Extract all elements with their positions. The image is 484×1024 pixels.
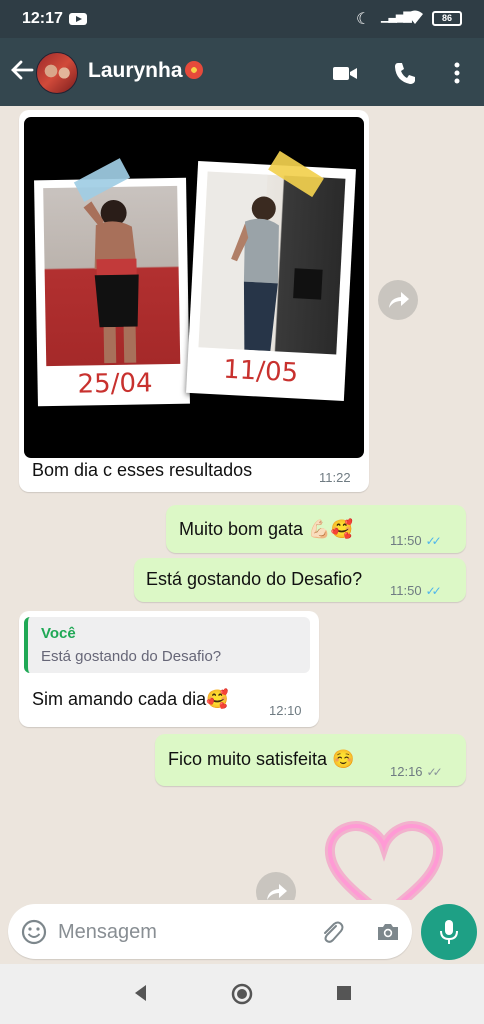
outgoing-message[interactable]: Fico muito satisfeita ☺️ 12:16 ✓✓ [155, 734, 466, 786]
before-polaroid: 25/04 [34, 177, 190, 407]
nav-recents-icon[interactable] [334, 982, 354, 1009]
video-call-icon[interactable] [330, 58, 360, 88]
after-polaroid: 11/05 [186, 161, 356, 401]
message-composer [0, 900, 484, 964]
camera-icon[interactable] [374, 918, 402, 951]
message-time: 12:16 [390, 764, 423, 779]
read-ticks-icon: ✓✓ [425, 584, 442, 598]
progress-photo[interactable]: 25/04 11/05 [24, 117, 364, 458]
mic-button[interactable] [421, 904, 477, 960]
message-text: Muito bom gata 💪🏻🥰 [179, 519, 353, 539]
battery-icon: 86 [432, 11, 462, 26]
image-message[interactable]: 25/04 11/05 Bom dia c esses resultados 1… [19, 110, 369, 492]
quote-author: Você [41, 625, 76, 642]
quote-text: Está gostando do Desafio? [41, 648, 222, 665]
wifi-icon [405, 8, 425, 30]
message-text: Fico muito satisfeita ☺️ [168, 749, 355, 769]
system-nav-bar [0, 964, 484, 1024]
hibiscus-icon [184, 61, 203, 79]
message-time: 11:50 [390, 583, 422, 598]
contact-title[interactable]: Laurynha [88, 59, 203, 83]
quoted-message[interactable]: Você Está gostando do Desafio? [24, 617, 310, 673]
delivered-ticks-icon: ✓✓ [426, 765, 443, 779]
avatar[interactable] [36, 52, 78, 94]
nav-home-icon[interactable] [230, 982, 254, 1011]
message-text: Bom dia c esses resultados [32, 460, 253, 480]
heart-sticker[interactable] [322, 820, 446, 900]
message-input-box[interactable] [8, 904, 412, 959]
message-text: Está gostando do Desafio? [146, 569, 363, 589]
read-ticks-icon: ✓✓ [425, 534, 442, 548]
photo-date-label: 25/04 [77, 368, 153, 400]
attach-icon[interactable] [318, 918, 346, 951]
more-options-icon[interactable] [442, 58, 472, 88]
status-time: 12:17 [22, 10, 63, 27]
forward-icon[interactable] [378, 280, 418, 320]
chat-area[interactable]: 25/04 11/05 Bom dia c esses resultados 1… [0, 106, 484, 900]
mic-icon [436, 918, 462, 951]
message-meta: 12:16 ✓✓ [390, 764, 443, 779]
message-time: 12:10 [269, 703, 302, 718]
outgoing-message[interactable]: Muito bom gata 💪🏻🥰 11:50 ✓✓ [166, 505, 466, 553]
moon-icon: ☾ [356, 11, 371, 28]
forward-icon[interactable] [256, 872, 296, 900]
emoji-icon[interactable] [20, 918, 48, 951]
status-bar: 12:17 ☾ ▁▃▅▇ 86 [0, 0, 484, 38]
message-time: 11:50 [390, 533, 422, 548]
nav-back-icon[interactable] [131, 982, 151, 1009]
chat-header: Laurynha [0, 38, 484, 106]
reply-message[interactable]: Você Está gostando do Desafio? Sim amand… [19, 611, 319, 727]
phone-icon[interactable] [390, 58, 420, 88]
back-arrow-icon[interactable] [8, 54, 36, 86]
youtube-icon [69, 13, 87, 25]
message-text: Sim amando cada dia🥰 [32, 689, 229, 709]
message-input[interactable] [58, 918, 298, 946]
message-time: 11:22 [319, 470, 351, 485]
photo-date-label: 11/05 [222, 354, 299, 389]
contact-name: Laurynha [88, 59, 183, 82]
message-meta: 11:50 ✓✓ [390, 533, 442, 548]
outgoing-message[interactable]: Está gostando do Desafio? 11:50 ✓✓ [134, 558, 466, 602]
message-meta: 11:50 ✓✓ [390, 583, 442, 598]
